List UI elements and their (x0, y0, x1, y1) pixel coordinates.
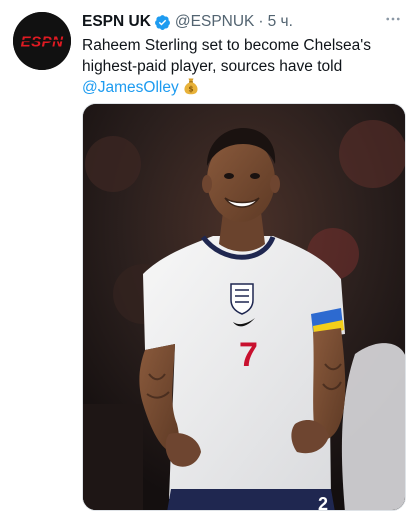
shirt-number: 7 (239, 336, 258, 374)
tweet-text-line-2: highest-paid player, sources have told (82, 58, 343, 75)
svg-text:2: 2 (318, 494, 328, 511)
money-bag-icon: $ (183, 77, 199, 95)
tweet-photo[interactable]: 2 7 (82, 103, 406, 511)
espn-logo: ESPN (13, 12, 71, 70)
author-name[interactable]: ESPN UK (82, 13, 151, 31)
tweet-timestamp[interactable]: 5 ч. (268, 13, 293, 31)
tweet[interactable]: ESPN ESPN UK @ESPNUK · 5 ч. Raheem Sterl… (0, 0, 418, 520)
espn-logo-text: ESPN (21, 34, 65, 51)
tweet-text-line-3: @JamesOlley $ (82, 77, 402, 98)
tweet-text-line-1: Raheem Sterling set to become Chelsea's (82, 37, 371, 54)
tweet-header: ESPN UK @ESPNUK · 5 ч. (82, 12, 293, 32)
player-photo: 2 7 (83, 104, 405, 511)
mention-link[interactable]: @JamesOlley (82, 79, 179, 96)
verified-badge-icon (154, 14, 171, 31)
tweet-text: Raheem Sterling set to become Chelsea's … (82, 35, 402, 98)
separator-dot: · (258, 13, 264, 30)
more-options-icon[interactable] (382, 8, 404, 30)
avatar[interactable]: ESPN (13, 12, 71, 70)
svg-text:$: $ (188, 85, 193, 94)
author-handle[interactable]: @ESPNUK (175, 13, 254, 31)
